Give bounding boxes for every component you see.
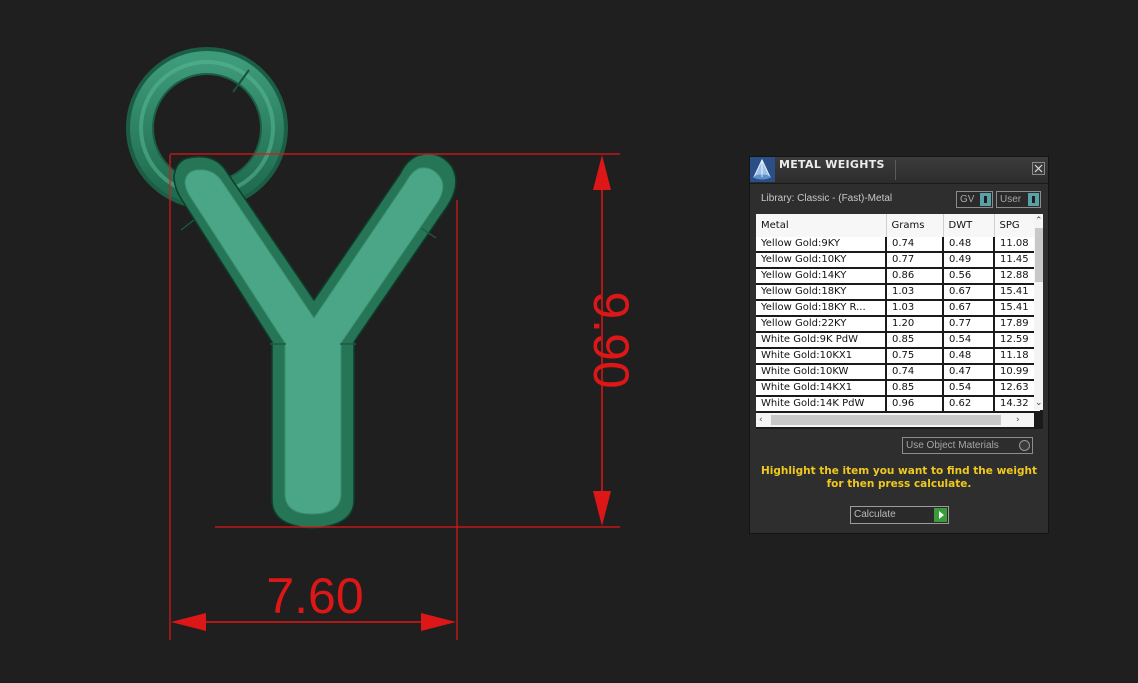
cell-metal: White Gold:10KX1 (756, 348, 887, 365)
cell-metal: White Gold:9K PdW (756, 332, 887, 349)
cell-dwt: 0.48 (943, 237, 995, 253)
cell-metal: White Gold:10KW (756, 364, 887, 381)
scroll-down-icon[interactable]: ⌄ (1035, 398, 1043, 408)
arrow-left-icon (171, 613, 206, 631)
horizontal-scrollbar[interactable]: ‹ › (756, 413, 1034, 427)
cell-metal: Yellow Gold:18KY R... (756, 300, 887, 317)
instruction-line-2: for then press calculate. (826, 478, 972, 490)
cell-metal: Yellow Gold:9KY (756, 237, 887, 253)
instruction-text: Highlight the item you want to find the … (758, 465, 1040, 491)
cell-grams: 1.03 (886, 300, 944, 317)
cell-dwt: 0.77 (943, 316, 995, 333)
table-row[interactable]: Yellow Gold:14KY 0.86 0.56 12.88 (756, 268, 1042, 285)
table-row[interactable]: Yellow Gold:10KY 0.77 0.49 11.45 (756, 252, 1042, 269)
cell-grams: 0.96 (886, 396, 944, 413)
column-header-grams[interactable]: Grams (886, 214, 944, 237)
cell-grams: 0.74 (886, 364, 944, 381)
metal-weights-icon (750, 157, 775, 182)
scroll-right-icon[interactable]: › (1016, 415, 1020, 425)
radio-icon[interactable] (1019, 440, 1030, 451)
width-label: 7.60 (266, 568, 363, 624)
titlebar-divider (895, 160, 896, 180)
dropdown-arrow-icon (980, 193, 991, 206)
table-row[interactable]: White Gold:14KX1 0.85 0.54 12.63 (756, 380, 1042, 397)
cell-grams: 0.74 (886, 237, 944, 253)
metal-weights-panel: METAL WEIGHTS Library: Classic - (Fast)-… (749, 156, 1049, 534)
cell-dwt: 0.54 (943, 332, 995, 349)
table-row[interactable]: Yellow Gold:18KY 1.03 0.67 15.41 (756, 284, 1042, 301)
cell-metal: Yellow Gold:10KY (756, 252, 887, 269)
library-label: Library: Classic - (Fast)-Metal (761, 193, 893, 204)
cell-grams: 0.75 (886, 348, 944, 365)
cell-dwt: 0.48 (943, 348, 995, 365)
close-icon (1034, 164, 1043, 173)
arrow-right-icon (421, 613, 456, 631)
metal-weights-table: Metal Grams DWT SPG Yellow Gold:9KY 0.74 0… (756, 214, 1042, 413)
horizontal-scroll-thumb[interactable] (771, 415, 1001, 425)
cell-metal: White Gold:14K PdW (756, 396, 887, 413)
height-label: 9.90 (583, 291, 639, 388)
panel-title: METAL WEIGHTS (779, 158, 885, 171)
calculate-button[interactable]: Calculate (850, 506, 949, 524)
cell-grams: 1.03 (886, 284, 944, 301)
vertical-scrollbar[interactable]: ⌃ ⌄ (1034, 214, 1043, 410)
user-dropdown-value: User (1000, 194, 1022, 205)
cell-grams: 0.86 (886, 268, 944, 285)
instruction-line-1: Highlight the item you want to find the … (761, 465, 1037, 477)
metal-table-container: Metal Grams DWT SPG Yellow Gold:9KY 0.74 0… (756, 214, 1043, 429)
cell-metal: White Gold:14KX1 (756, 380, 887, 397)
arrow-down-icon (593, 491, 611, 526)
table-row[interactable]: Yellow Gold:18KY R... 1.03 0.67 15.41 (756, 300, 1042, 317)
letter-y-model (173, 153, 457, 529)
user-dropdown[interactable]: User (996, 191, 1041, 208)
cell-metal: Yellow Gold:22KY (756, 316, 887, 333)
cell-dwt: 0.54 (943, 380, 995, 397)
vertical-scroll-thumb[interactable] (1035, 228, 1043, 282)
scroll-up-icon[interactable]: ⌃ (1035, 216, 1043, 226)
cell-dwt: 0.49 (943, 252, 995, 269)
metal-table-body: Yellow Gold:9KY 0.74 0.48 11.08 Yellow Gold:… (756, 237, 1042, 413)
use-object-materials-label: Use Object Materials (906, 440, 999, 451)
dropdown-arrow-icon (1028, 193, 1039, 206)
table-row[interactable]: White Gold:10KX1 0.75 0.48 11.18 (756, 348, 1042, 365)
cell-grams: 0.85 (886, 332, 944, 349)
column-header-dwt[interactable]: DWT (943, 214, 995, 237)
close-button[interactable] (1032, 162, 1045, 175)
panel-titlebar[interactable]: METAL WEIGHTS (750, 157, 1048, 184)
cell-metal: Yellow Gold:14KY (756, 268, 887, 285)
calculate-label: Calculate (854, 509, 896, 520)
arrow-up-icon (593, 155, 611, 190)
play-icon (934, 508, 947, 522)
gv-dropdown-value: GV (960, 194, 975, 205)
cell-dwt: 0.67 (943, 284, 995, 301)
cell-dwt: 0.67 (943, 300, 995, 317)
cell-dwt: 0.56 (943, 268, 995, 285)
table-row[interactable]: White Gold:10KW 0.74 0.47 10.99 (756, 364, 1042, 381)
table-row[interactable]: White Gold:14K PdW 0.96 0.62 14.32 (756, 396, 1042, 413)
table-header-row: Metal Grams DWT SPG (756, 214, 1042, 237)
column-header-metal[interactable]: Metal (756, 214, 887, 237)
gv-dropdown[interactable]: GV (956, 191, 993, 208)
cell-grams: 0.85 (886, 380, 944, 397)
table-row[interactable]: Yellow Gold:9KY 0.74 0.48 11.08 (756, 237, 1042, 253)
cell-dwt: 0.47 (943, 364, 995, 381)
table-row[interactable]: Yellow Gold:22KY 1.20 0.77 17.89 (756, 316, 1042, 333)
table-row[interactable]: White Gold:9K PdW 0.85 0.54 12.59 (756, 332, 1042, 349)
scroll-left-icon[interactable]: ‹ (759, 415, 763, 425)
cell-dwt: 0.62 (943, 396, 995, 413)
cell-grams: 0.77 (886, 252, 944, 269)
use-object-materials-toggle[interactable]: Use Object Materials (902, 437, 1033, 454)
cell-metal: Yellow Gold:18KY (756, 284, 887, 301)
cell-grams: 1.20 (886, 316, 944, 333)
